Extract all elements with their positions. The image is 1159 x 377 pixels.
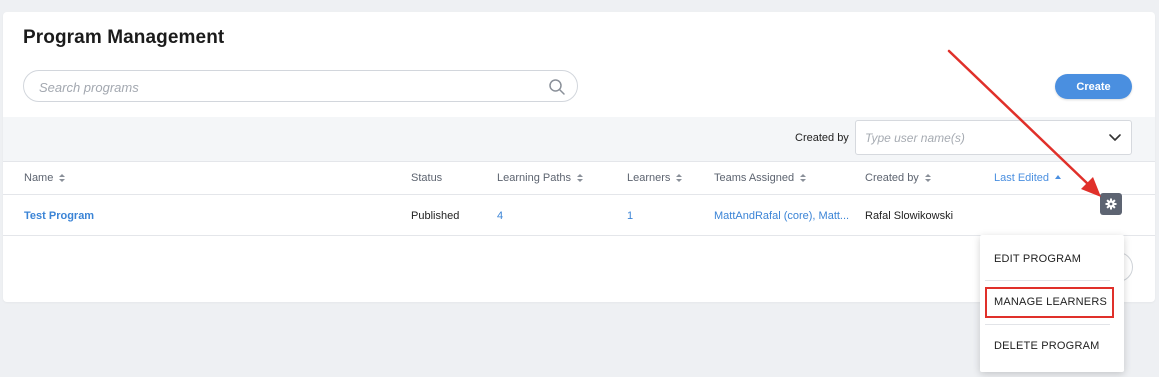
column-header-last-edited[interactable]: Last Edited — [994, 172, 1062, 184]
created-by-select[interactable] — [855, 120, 1132, 155]
learning-paths-count-link[interactable]: 4 — [497, 210, 503, 222]
created-by-cell: Rafal Slowikowski — [865, 210, 954, 222]
sort-icon — [676, 174, 683, 182]
created-by-input[interactable] — [865, 130, 1095, 146]
page-title: Program Management — [23, 27, 225, 48]
search-input[interactable] — [39, 78, 539, 96]
search-icon[interactable] — [548, 78, 566, 96]
create-button[interactable]: Create — [1055, 74, 1132, 99]
program-name-link[interactable]: Test Program — [24, 210, 94, 222]
column-header-name[interactable]: Name — [24, 172, 66, 184]
column-header-created-by[interactable]: Created by — [865, 172, 932, 184]
table-header: Name Status Learning Paths Learners Team… — [3, 161, 1155, 195]
teams-assigned-link[interactable]: MattAndRafal (core), Matt... — [714, 210, 854, 222]
column-header-learners[interactable]: Learners — [627, 172, 683, 184]
menu-item-edit-program[interactable]: EDIT PROGRAM — [980, 245, 1124, 273]
learners-count-link[interactable]: 1 — [627, 210, 633, 222]
table-row: Test Program Published 4 1 MattAndRafal … — [3, 196, 1155, 236]
manage-learners-highlight — [985, 287, 1114, 318]
column-header-label: Last Edited — [994, 172, 1050, 184]
column-header-label: Status — [411, 172, 443, 184]
row-actions-button[interactable] — [1100, 193, 1122, 215]
column-header-status: Status — [411, 172, 442, 184]
sort-icon — [59, 174, 66, 182]
column-header-label: Learners — [627, 172, 671, 184]
menu-divider — [985, 280, 1110, 281]
column-header-label: Teams Assigned — [714, 172, 795, 184]
sort-icon — [924, 174, 931, 182]
created-by-filter-label: Created by — [795, 132, 849, 144]
menu-divider — [985, 324, 1110, 325]
sort-icon — [800, 174, 807, 182]
column-header-teams-assigned[interactable]: Teams Assigned — [714, 172, 807, 184]
chevron-down-icon[interactable] — [1108, 132, 1122, 144]
menu-item-delete-program[interactable]: DELETE PROGRAM — [980, 332, 1124, 360]
column-header-label: Learning Paths — [497, 172, 571, 184]
column-header-label: Created by — [865, 172, 919, 184]
status-cell: Published — [411, 210, 460, 222]
sort-icon — [577, 174, 583, 182]
column-header-label: Name — [24, 172, 54, 184]
search-field[interactable] — [23, 70, 578, 102]
column-header-learning-paths[interactable]: Learning Paths — [497, 172, 584, 184]
gear-icon — [1105, 198, 1117, 210]
sort-ascending-icon — [1055, 175, 1062, 179]
